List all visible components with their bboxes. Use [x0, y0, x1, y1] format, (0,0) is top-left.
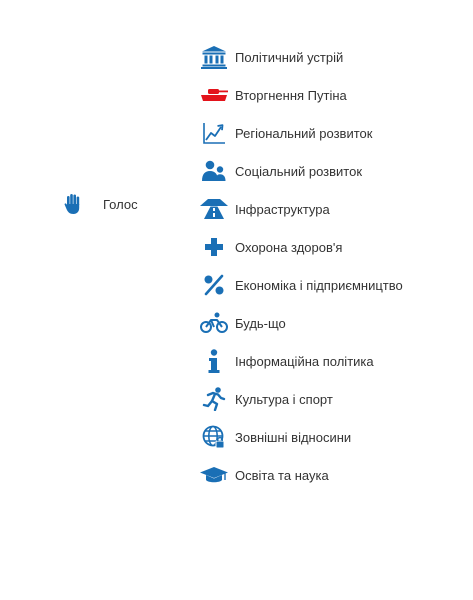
globe-lock-icon: [199, 424, 229, 450]
category-infrastructure[interactable]: Інфраструктура: [199, 190, 459, 228]
category-information-policy[interactable]: Інформаційна політика: [199, 342, 459, 380]
bicycle-icon: [199, 310, 229, 336]
category-foreign-relations[interactable]: Зовнішні відносини: [199, 418, 459, 456]
category-label: Соціальний розвиток: [235, 163, 363, 179]
category-label: Вторгнення Путіна: [235, 87, 347, 103]
golos-label: Голос: [103, 196, 138, 212]
category-political-system[interactable]: Політичний устрій: [199, 38, 459, 76]
people-icon: [199, 158, 229, 184]
percent-icon: [199, 272, 229, 298]
category-label: Інформаційна політика: [235, 353, 374, 369]
category-putin-invasion[interactable]: Вторгнення Путіна: [199, 76, 459, 114]
category-label: Охорона здоров'я: [235, 239, 343, 255]
raised-hand-icon: [62, 193, 84, 215]
category-regional-development[interactable]: Регіональний розвиток: [199, 114, 459, 152]
category-education-science[interactable]: Освіта та наука: [199, 456, 459, 494]
graduation-cap-icon: [199, 462, 229, 488]
category-label: Освіта та наука: [235, 467, 329, 483]
category-label: Будь-що: [235, 315, 286, 331]
runner-icon: [199, 386, 229, 412]
category-label: Інфраструктура: [235, 201, 330, 217]
category-label: Економіка і підприємництво: [235, 277, 403, 293]
info-icon: [199, 348, 229, 374]
golos-link[interactable]: Голос: [62, 191, 138, 217]
category-social-development[interactable]: Соціальний розвиток: [199, 152, 459, 190]
category-label: Зовнішні відносини: [235, 429, 352, 445]
tank-icon: [199, 82, 229, 108]
category-label: Культура і спорт: [235, 391, 333, 407]
category-health-care[interactable]: Охорона здоров'я: [199, 228, 459, 266]
category-label: Регіональний розвиток: [235, 125, 373, 141]
category-anything[interactable]: Будь-що: [199, 304, 459, 342]
category-menu: Політичний устрій Вторгнення Путіна Регі…: [199, 38, 459, 494]
trend-chart-icon: [199, 120, 229, 146]
medical-cross-icon: [199, 234, 229, 260]
category-culture-sport[interactable]: Культура і спорт: [199, 380, 459, 418]
category-economy-business[interactable]: Економіка і підприємництво: [199, 266, 459, 304]
government-building-icon: [199, 44, 229, 70]
road-icon: [199, 196, 229, 222]
category-label: Політичний устрій: [235, 49, 344, 65]
